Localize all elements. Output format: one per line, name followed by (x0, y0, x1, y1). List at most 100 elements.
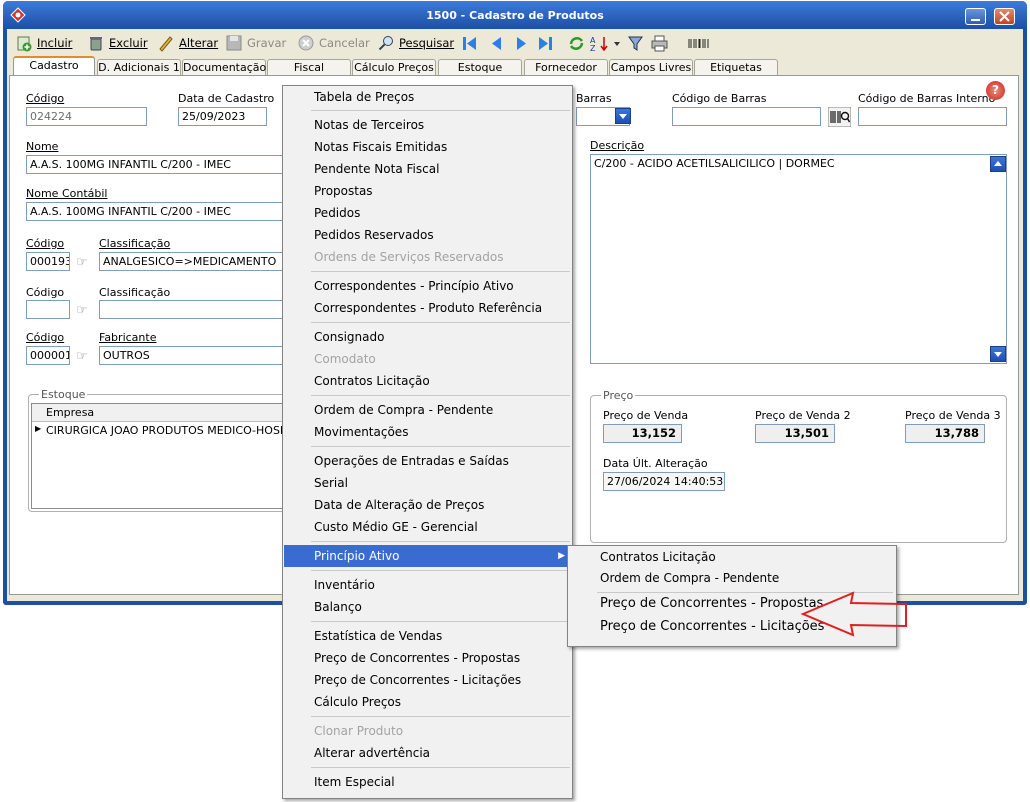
preco-venda-3-field[interactable]: 13,788 (905, 424, 985, 443)
tab-cadastro[interactable]: Cadastro (13, 56, 95, 76)
cancelar-button[interactable]: Cancelar (297, 33, 370, 53)
menu-item-contratos-licitacao[interactable]: Contratos Licitação (284, 370, 571, 392)
last-record-icon[interactable] (537, 35, 554, 52)
first-record-icon[interactable] (461, 35, 478, 52)
data-cadastro-field[interactable]: 25/09/2023 (178, 107, 267, 126)
menu-item-propostas[interactable]: Propostas (284, 180, 571, 202)
trash-icon (90, 37, 102, 51)
search-icon (378, 36, 393, 51)
lookup-hand-icon[interactable]: ☞ (76, 350, 93, 363)
menu-item-correspondentes-produto-referencia[interactable]: Correspondentes - Produto Referência (284, 297, 571, 319)
menu-item-preco-concorrentes-propostas[interactable]: Preço de Concorrentes - Propostas (284, 647, 571, 669)
codigo-2-field[interactable] (26, 300, 70, 319)
tab-calculo-precos[interactable]: Cálculo Preços (352, 59, 436, 75)
help-icon[interactable]: ? (986, 81, 1005, 100)
scroll-up-icon (994, 161, 1002, 166)
menu-item-item-especial[interactable]: Item Especial (284, 771, 571, 793)
submenu-item-contratos-licitacao[interactable]: Contratos Licitação (569, 546, 895, 568)
codigo-barras-interno-field[interactable] (858, 107, 1007, 126)
barcode-icon[interactable] (687, 35, 711, 52)
menu-item-comodato[interactable]: Comodato (284, 348, 571, 370)
nome-label: Nome (26, 140, 59, 153)
menu-item-pedidos[interactable]: Pedidos (284, 202, 571, 224)
close-button[interactable] (994, 8, 1015, 25)
menu-item-principio-ativo-label: Princípio Ativo (314, 549, 400, 563)
sort-az-icon[interactable]: AZ (589, 35, 611, 52)
menu-item-clonar-produto[interactable]: Clonar Produto (284, 720, 571, 742)
tab-strip: Cadastro D. Adicionais 1 Documentação Fi… (7, 56, 1023, 76)
barras-dropdown-button[interactable] (615, 108, 631, 124)
tab-documentacao[interactable]: Documentação (182, 59, 266, 75)
menu-item-movimentacoes[interactable]: Movimentações (284, 421, 571, 443)
tab-estoque[interactable]: Estoque (438, 59, 522, 75)
classificacao-2-field[interactable] (99, 300, 288, 319)
data-ultima-alteracao-label: Data Últ. Alteração (603, 457, 708, 470)
menu-item-ordens-servicos-reservados[interactable]: Ordens de Serviços Reservados (284, 246, 571, 268)
barcode-generate-icon[interactable] (828, 107, 851, 127)
print-icon[interactable] (651, 35, 668, 52)
lookup-hand-icon[interactable]: ☞ (76, 304, 93, 317)
codigo-barras-field[interactable] (672, 107, 821, 126)
tab-fornecedor[interactable]: Fornecedor (524, 59, 608, 75)
submenu-item-ordem-compra-pendente[interactable]: Ordem de Compra - Pendente (569, 567, 895, 589)
descricao-label: Descrição (590, 139, 645, 152)
nome-contabil-field[interactable]: A.A.S. 100MG INFANTIL C/200 - IMEC (26, 202, 288, 221)
menu-item-inventario[interactable]: Inventário (284, 574, 571, 596)
codigo-classificacao-field[interactable]: 000193 (26, 252, 70, 271)
descricao-field[interactable]: C/200 - ACIDO ACETILSALICILICO | DORMEC (590, 154, 1007, 364)
classificacao-field[interactable]: ANALGESICO=>MEDICAMENTO (99, 252, 288, 271)
data-cadastro-label: Data de Cadastro (178, 92, 275, 105)
preco-venda-field[interactable]: 13,152 (603, 424, 682, 443)
dropdown-arrow-icon[interactable] (612, 35, 622, 52)
tab-etiquetas[interactable]: Etiquetas (694, 59, 778, 75)
estoque-group: Estoque Empresa ▶ CIRURGICA JOAO PRODUTO… (28, 388, 297, 512)
pesquisar-button[interactable]: Pesquisar (377, 33, 454, 53)
previous-record-icon[interactable] (488, 35, 505, 52)
menu-item-estatistica-vendas[interactable]: Estatística de Vendas (284, 625, 571, 647)
menu-item-correspondentes-principio-ativo[interactable]: Correspondentes - Princípio Ativo (284, 275, 571, 297)
tab-dados-adicionais[interactable]: D. Adicionais 1 (97, 59, 181, 75)
codigo-field[interactable]: 024224 (26, 107, 147, 126)
alterar-button[interactable]: Alterar (157, 33, 218, 53)
preco-venda-2-label: Preço de Venda 2 (755, 409, 851, 422)
lookup-hand-icon[interactable]: ☞ (76, 256, 93, 269)
tab-fiscal[interactable]: Fiscal (267, 59, 351, 75)
menu-item-custo-medio-ge[interactable]: Custo Médio GE - Gerencial (284, 516, 571, 538)
menu-item-notas-fiscais-emitidas[interactable]: Notas Fiscais Emitidas (284, 136, 571, 158)
data-ultima-alteracao-field[interactable]: 27/06/2024 14:40:53 (603, 472, 725, 491)
table-row[interactable]: ▶ CIRURGICA JOAO PRODUTOS MEDICO-HOSPIT (32, 422, 297, 439)
menu-item-principio-ativo[interactable]: Princípio Ativo ▶ (284, 545, 571, 567)
menu-item-tabela-precos[interactable]: Tabela de Preços (284, 86, 571, 108)
estoque-grid[interactable]: Empresa ▶ CIRURGICA JOAO PRODUTOS MEDICO… (31, 403, 297, 509)
codigo-fabricante-field[interactable]: 000001 (26, 346, 70, 365)
fabricante-field[interactable]: OUTROS (99, 346, 288, 365)
preco-group: Preço Preço de Venda 13,152 Preço de Ven… (590, 389, 1007, 543)
menu-item-balanco[interactable]: Balanço (284, 596, 571, 618)
minimize-button[interactable] (965, 8, 986, 25)
descricao-scroll-up[interactable] (990, 156, 1006, 172)
context-menu: Tabela de Preços Notas de Terceiros Nota… (282, 85, 573, 799)
menu-item-notas-terceiros[interactable]: Notas de Terceiros (284, 114, 571, 136)
excluir-button[interactable]: Excluir (87, 33, 148, 53)
menu-item-operacoes-entradas-saidas[interactable]: Operações de Entradas e Saídas (284, 450, 571, 472)
menu-item-alterar-advertencia[interactable]: Alterar advertência (284, 742, 571, 764)
menu-item-pendente-nota-fiscal[interactable]: Pendente Nota Fiscal (284, 158, 571, 180)
menu-item-ordem-compra-pendente[interactable]: Ordem de Compra - Pendente (284, 399, 571, 421)
next-record-icon[interactable] (513, 35, 530, 52)
menu-item-calculo-precos[interactable]: Cálculo Preços (284, 691, 571, 713)
menu-item-consignado[interactable]: Consignado (284, 326, 571, 348)
menu-item-pedidos-reservados[interactable]: Pedidos Reservados (284, 224, 571, 246)
descricao-scroll-down[interactable] (990, 346, 1006, 362)
close-icon (999, 11, 1010, 22)
nome-field[interactable]: A.A.S. 100MG INFANTIL C/200 - IMEC (26, 155, 288, 174)
gravar-button[interactable]: Gravar (225, 33, 286, 53)
refresh-icon[interactable] (568, 35, 585, 52)
incluir-button[interactable]: Incluir (15, 33, 72, 53)
preco-venda-2-field[interactable]: 13,501 (755, 424, 835, 443)
menu-item-preco-concorrentes-licitacoes[interactable]: Preço de Concorrentes - Licitações (284, 669, 571, 691)
menu-item-serial[interactable]: Serial (284, 472, 571, 494)
menu-separator (311, 395, 570, 396)
menu-item-data-alteracao-precos[interactable]: Data de Alteração de Preços (284, 494, 571, 516)
filter-icon[interactable] (627, 35, 644, 52)
tab-campos-livres[interactable]: Campos Livres (609, 59, 693, 75)
